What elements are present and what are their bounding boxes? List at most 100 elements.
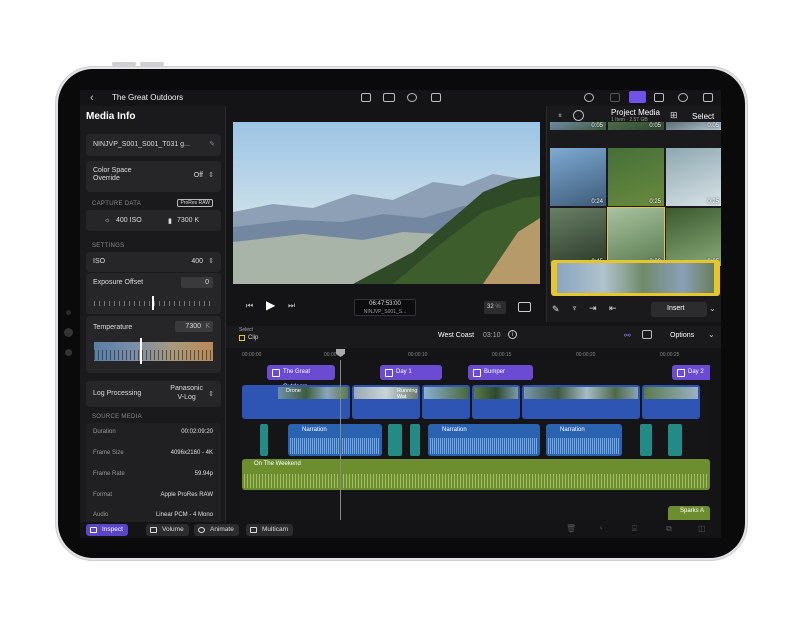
clip-name-field[interactable]: NINJVP_S001_S001_T031 g... ✎ [86,134,221,156]
effects-browser-icon[interactable] [654,93,664,102]
selected-clip-range[interactable] [551,260,720,296]
title-clip-day-2[interactable]: Day 2 [672,365,710,380]
thermometer-icon: ▮ [168,218,172,225]
temperature-slider-thumb[interactable] [140,338,142,364]
camera-record-icon[interactable] [383,93,395,102]
audio-clip-narration[interactable]: Narration [546,424,622,456]
playhead[interactable] [340,360,341,520]
inspector-icon[interactable] [703,93,713,102]
chevron-down-icon[interactable]: ⌄ [709,304,716,313]
timeline-ruler[interactable]: 00:00:00 00:00:05 00:00:10 00:00:15 00:0… [240,350,705,360]
options-button[interactable]: Options [670,332,694,339]
volume-button[interactable]: Volume [146,524,189,536]
select-button[interactable]: Select [692,112,714,121]
media-thumbnail[interactable]: 0:45 [550,208,606,266]
exposure-value[interactable]: 0 [181,277,213,288]
log-processing-row[interactable]: Log Processing Panasonic V-Log ⇕ [86,381,221,407]
temperature-row[interactable]: Temperature 7300 K [86,316,221,373]
video-clip[interactable] [422,385,470,419]
clip-appearance-icon[interactable] [642,330,652,339]
video-viewer[interactable] [233,122,540,284]
media-thumbnail[interactable]: 0:24 [550,148,606,206]
trash-icon[interactable]: 🗑 [566,524,576,533]
exposure-label: Exposure Offset [93,279,144,286]
clip-select-icon[interactable] [239,335,245,341]
select-mode-label: Select [239,327,253,333]
media-thumbnail[interactable]: 0:25 [608,148,664,206]
thumbnail-duration: 0:25 [707,199,719,205]
grid-view-icon[interactable]: ⊞ [670,110,678,121]
audio-clip-teal[interactable] [668,424,682,456]
media-thumbnail[interactable]: 0:05 [550,122,606,130]
speed-icon[interactable]: ◔ [598,524,603,533]
iso-capture-value: 400 ISO [116,217,142,224]
inspect-button[interactable]: Inspect [86,524,128,536]
media-thumbnail[interactable]: 0:05 [666,208,721,266]
play-icon[interactable]: ▶ [266,298,275,312]
zoom-control[interactable]: 32 % [484,301,506,314]
panel-title: Media Info [86,111,136,122]
video-clip-drone[interactable]: Drone [242,385,350,419]
detach-icon[interactable]: ⧉ [666,524,672,534]
filter-icon[interactable] [573,110,584,121]
animate-button[interactable]: Animate [194,524,239,536]
audio-clip-teal[interactable] [260,424,268,456]
color-space-row[interactable]: Color Space Override Off ⇕ [86,161,221,192]
pencil-icon[interactable]: ✎ [209,140,215,148]
clip-label: Narration [560,427,585,433]
voiceover-icon[interactable] [407,93,417,102]
skip-forward-icon[interactable]: ⏭ [288,301,295,311]
more-icon[interactable]: ◫ [698,524,706,533]
video-clip[interactable] [472,385,520,419]
title-clip-great-outdoors[interactable]: The Great Outdoors [267,365,335,390]
insert-button[interactable]: Insert [651,302,707,317]
chevron-down-icon[interactable]: ⌄ [708,330,715,339]
share-icon[interactable] [431,93,441,102]
title-clip-day-1[interactable]: Day 1 [380,365,442,380]
info-icon[interactable]: i [508,330,517,339]
title-clip-bumper[interactable]: Bumper [468,365,533,380]
skip-back-icon[interactable]: ⏮ [246,301,253,311]
microphone-icon[interactable]: ♆ [571,303,578,313]
append-icon[interactable]: ⇥ [589,303,597,314]
ruler-tick: 00:00:10 [408,352,428,358]
iso-value: 400 [191,258,203,265]
color-space-label: Color Space Override [93,167,132,182]
audio-clip-teal[interactable] [388,424,402,456]
kelvin-capture-value: 7300 K [177,217,200,224]
snapping-icon[interactable]: ⚯ [624,331,631,340]
clip-mode-label[interactable]: Clip [248,335,258,341]
pencil-icon[interactable]: ✎ [552,304,560,315]
import-icon[interactable] [361,93,371,102]
video-clip[interactable] [642,385,700,419]
redo-icon[interactable] [610,93,620,102]
audio-clip-teal[interactable] [640,424,652,456]
media-thumbnail[interactable]: 0:05 [666,122,721,130]
undo-history-icon[interactable] [584,93,594,102]
back-chevron-icon[interactable]: ‹ [90,92,94,104]
sfx-clip-sparks[interactable]: Sparks A [668,506,710,520]
exposure-offset-row[interactable]: Exposure Offset 0 [86,273,221,314]
media-thumbnail[interactable]: 2:09 [607,207,665,267]
prepend-icon[interactable]: ⇤ [609,303,617,314]
audio-browser-icon[interactable] [678,93,688,102]
sidebar-toggle-icon[interactable]: ⏸ [558,111,562,121]
split-icon[interactable]: ⌸ [632,524,637,534]
viewer-options-icon[interactable] [518,302,531,312]
audio-clip-narration[interactable]: Narration [428,424,540,456]
thumbnail-duration: 0:05 [649,123,661,129]
temperature-slider[interactable] [94,342,213,361]
audio-clip-narration[interactable]: Narration [288,424,382,456]
video-clip-running-water[interactable]: Running Wat [352,385,420,419]
video-clip[interactable] [522,385,640,419]
timeline-tracks[interactable]: The Great Outdoors Day 1 Bumper Day 2 Dr… [240,360,710,520]
media-thumbnail[interactable]: 0:05 [608,122,664,130]
audio-clip-teal[interactable] [410,424,420,456]
multicam-button[interactable]: Multicam [246,524,294,536]
exposure-slider[interactable] [94,301,213,306]
iso-row[interactable]: ISO 400 ⇕ [86,252,221,272]
music-clip-on-the-weekend[interactable]: On The Weekend [242,459,710,490]
media-thumbnail[interactable]: 0:25 [666,148,721,206]
media-browser-icon[interactable] [629,91,646,103]
exposure-slider-thumb[interactable] [152,296,154,310]
